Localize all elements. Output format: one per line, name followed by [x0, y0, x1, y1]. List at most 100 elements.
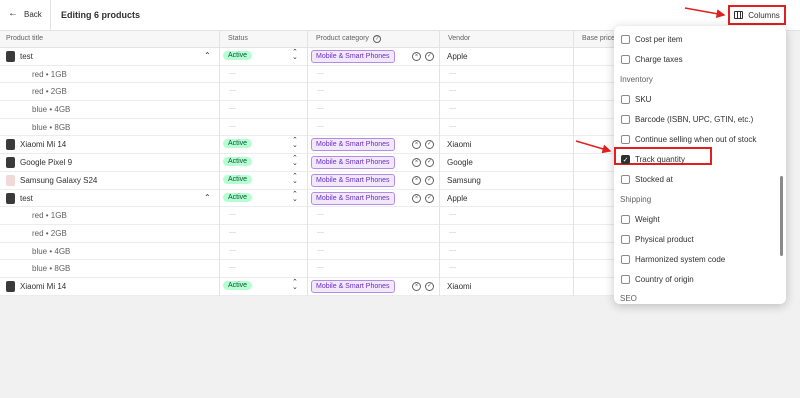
chevron-up-icon[interactable]: ⌃	[204, 193, 211, 202]
checkbox-icon[interactable]	[621, 255, 630, 264]
table-row[interactable]: Samsung Galaxy S24 Active ⌃ ⌄ Mobile & Smart…	[0, 172, 620, 190]
vendor-cell[interactable]: Apple	[447, 194, 467, 203]
clear-icon[interactable]: ×	[412, 158, 421, 168]
column-option[interactable]: Charge taxes	[621, 55, 683, 64]
variant-row[interactable]: red • 1GB — — —	[0, 66, 620, 84]
checkbox-icon[interactable]	[621, 35, 630, 44]
table-row[interactable]: Xiaomi Mi 14 Active ⌃ ⌄ Mobile & Smart Phone…	[0, 136, 620, 155]
empty-cell: —	[229, 122, 236, 130]
empty-cell: —	[317, 105, 324, 113]
help-icon[interactable]: ?	[372, 35, 381, 43]
header-product-category[interactable]: Product category?	[316, 35, 381, 43]
product-title-cell[interactable]: test	[20, 52, 33, 61]
checkbox-icon[interactable]	[621, 275, 630, 284]
column-option[interactable]: Stocked at	[621, 175, 673, 184]
vendor-cell[interactable]: Xiaomi	[447, 282, 471, 291]
variant-row[interactable]: red • 2GB — — —	[0, 225, 620, 243]
popover-scrollbar[interactable]	[780, 176, 783, 256]
header-product-title[interactable]: Product title	[6, 35, 43, 42]
variant-row[interactable]: blue • 8GB — — —	[0, 119, 620, 137]
checkbox-icon[interactable]	[621, 135, 630, 144]
select-chevron-icon[interactable]: ⌃ ⌄	[292, 173, 298, 185]
vendor-cell[interactable]: Xiaomi	[447, 140, 471, 149]
variant-row[interactable]: blue • 8GB — — —	[0, 260, 620, 278]
table-row[interactable]: test ⌃ Active ⌃ ⌄ Mobile & Smart Phones × ✓ Appl…	[0, 190, 620, 208]
column-option[interactable]: SKU	[621, 95, 651, 104]
variant-title-cell: red • 2GB	[32, 228, 67, 238]
clear-icon[interactable]: ×	[412, 52, 421, 61]
empty-cell: —	[449, 69, 456, 77]
table-row[interactable]: Xiaomi Mi 14 Active ⌃ ⌄ Mobile & Smart Phone…	[0, 278, 620, 296]
check-circle-icon[interactable]: ✓	[425, 140, 434, 150]
header-vendor[interactable]: Vendor	[448, 35, 470, 42]
back-button[interactable]: ← Back	[8, 9, 42, 19]
popover-section-heading: SEO	[620, 294, 637, 303]
clear-icon[interactable]: ×	[412, 193, 421, 203]
select-chevron-icon[interactable]: ⌃ ⌄	[292, 155, 298, 167]
product-title-cell[interactable]: Xiaomi Mi 14	[20, 140, 66, 149]
vendor-cell[interactable]: Samsung	[447, 176, 481, 185]
category-tag[interactable]: Mobile & Smart Phones	[311, 138, 395, 152]
table-row[interactable]: test ⌃ Active ⌃ ⌄ Mobile & Smart Phones × ✓ Appl…	[0, 48, 620, 66]
empty-cell: —	[229, 69, 236, 77]
back-label: Back	[24, 9, 42, 19]
variant-row[interactable]: red • 2GB — — —	[0, 83, 620, 102]
empty-cell: —	[229, 264, 236, 272]
column-option[interactable]: Cost per item	[621, 35, 683, 44]
select-chevron-icon[interactable]: ⌃ ⌄	[292, 191, 298, 203]
column-option[interactable]: Harmonized system code	[621, 255, 725, 264]
chevron-up-icon[interactable]: ⌃	[204, 51, 211, 60]
vendor-cell[interactable]: Google	[447, 158, 473, 167]
check-circle-icon[interactable]: ✓	[425, 52, 434, 61]
column-option[interactable]: Physical product	[621, 235, 694, 244]
checkbox-icon[interactable]	[621, 95, 630, 104]
columns-button[interactable]: Columns	[728, 5, 786, 25]
category-tag[interactable]: Mobile & Smart Phones	[311, 191, 395, 205]
checkbox-icon[interactable]	[621, 55, 630, 64]
select-chevron-icon[interactable]: ⌃ ⌄	[292, 279, 298, 291]
column-option-label: Track quantity	[635, 155, 685, 164]
checkbox-icon[interactable]	[621, 235, 630, 244]
column-option[interactable]: Barcode (ISBN, UPC, GTIN, etc.)	[621, 115, 753, 124]
check-circle-icon[interactable]: ✓	[425, 193, 434, 203]
variant-row[interactable]: blue • 4GB — — —	[0, 101, 620, 119]
category-tag[interactable]: Mobile & Smart Phones	[311, 173, 395, 187]
columns-icon	[734, 11, 744, 19]
check-circle-icon[interactable]: ✓	[425, 175, 434, 185]
category-tag[interactable]: Mobile & Smart Phones	[311, 50, 395, 63]
column-option[interactable]: Weight	[621, 215, 660, 224]
variant-row[interactable]: red • 1GB — — —	[0, 207, 620, 225]
product-thumbnail	[6, 157, 15, 169]
popover-section-heading: Shipping	[620, 195, 652, 204]
select-chevron-icon[interactable]: ⌃ ⌄	[292, 137, 298, 149]
header-base-price[interactable]: Base price	[582, 35, 615, 42]
checkbox-icon[interactable]	[621, 175, 630, 184]
column-option[interactable]: Continue selling when out of stock	[621, 135, 756, 144]
clear-icon[interactable]: ×	[412, 281, 421, 291]
column-option[interactable]: ✓ Track quantity	[621, 155, 685, 164]
status-badge: Active	[223, 51, 253, 60]
header-status[interactable]: Status	[228, 35, 248, 42]
product-title-cell[interactable]: test	[20, 194, 33, 203]
check-circle-icon[interactable]: ✓	[425, 158, 434, 168]
checkbox-icon[interactable]	[621, 115, 630, 124]
category-tag[interactable]: Mobile & Smart Phones	[311, 279, 395, 293]
checkbox-icon[interactable]	[621, 215, 630, 224]
clear-icon[interactable]: ×	[412, 175, 421, 185]
product-title-cell[interactable]: Google Pixel 9	[20, 158, 72, 167]
clear-icon[interactable]: ×	[412, 140, 421, 150]
category-tag[interactable]: Mobile & Smart Phones	[311, 156, 395, 170]
product-thumbnail	[6, 51, 15, 62]
product-title-cell[interactable]: Samsung Galaxy S24	[20, 176, 97, 185]
status-badge: Active	[223, 157, 253, 167]
select-chevron-icon[interactable]: ⌃ ⌄	[292, 49, 298, 61]
variant-row[interactable]: blue • 4GB — — —	[0, 243, 620, 261]
empty-cell: —	[229, 246, 236, 254]
column-option[interactable]: Country of origin	[621, 275, 694, 284]
column-option-label: Harmonized system code	[635, 255, 726, 264]
check-circle-icon[interactable]: ✓	[425, 281, 434, 291]
table-row[interactable]: Google Pixel 9 Active ⌃ ⌄ Mobile & Smart Pho…	[0, 154, 620, 172]
product-title-cell[interactable]: Xiaomi Mi 14	[20, 282, 66, 291]
checkbox-checked-icon[interactable]: ✓	[621, 155, 630, 164]
vendor-cell[interactable]: Apple	[447, 52, 467, 61]
